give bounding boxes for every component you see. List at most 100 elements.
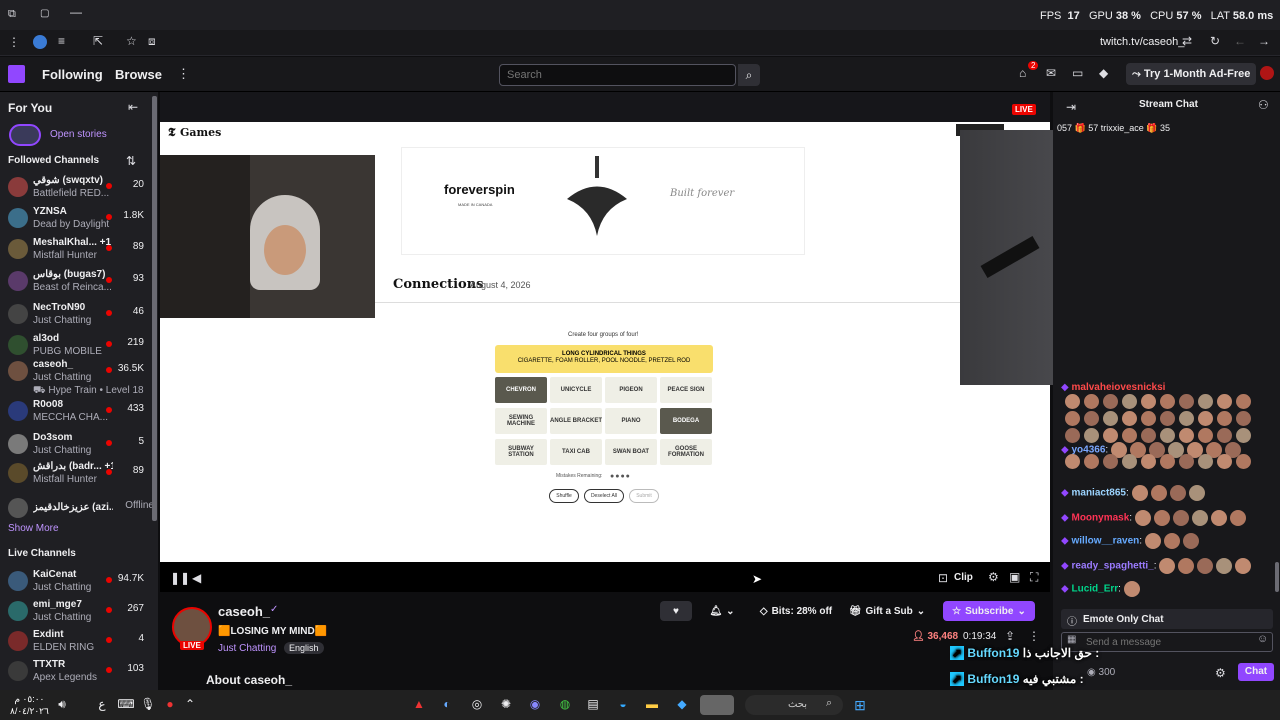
- user-avatar[interactable]: [1260, 66, 1274, 80]
- search-input[interactable]: [499, 64, 736, 86]
- windows-start-icon[interactable]: ⊞: [851, 697, 869, 713]
- emote-icon[interactable]: [1179, 411, 1194, 426]
- pause-icon[interactable]: ❚❚: [170, 571, 190, 585]
- gift-sub-button[interactable]: 🎁︎ Gift a Sub ⌄: [846, 601, 928, 621]
- word-tile[interactable]: SUBWAY STATION: [495, 439, 547, 465]
- weather-widget[interactable]: [700, 695, 734, 715]
- emote-icon[interactable]: [1065, 394, 1080, 409]
- stories-avatars[interactable]: [9, 124, 41, 146]
- more-options-icon[interactable]: ⋮: [1028, 629, 1040, 643]
- word-tile[interactable]: PIGEON: [605, 377, 657, 403]
- extension-icon[interactable]: [33, 35, 47, 49]
- app-steam-icon[interactable]: ◐: [438, 697, 456, 713]
- emote-icon[interactable]: [1122, 394, 1137, 409]
- window-restore-icon[interactable]: ▢: [40, 8, 49, 19]
- app-chrome-icon[interactable]: ◍: [556, 697, 574, 713]
- emote-icon[interactable]: [1198, 394, 1213, 409]
- word-tile[interactable]: TAXI CAB: [550, 439, 602, 465]
- chat-settings-icon[interactable]: ⚙: [1215, 666, 1226, 680]
- followed-channel-item[interactable]: NecTroN90 Just Chatting 46: [0, 300, 158, 330]
- clip-button[interactable]: Clip: [954, 572, 973, 583]
- app-edge-icon[interactable]: ◒: [614, 697, 632, 713]
- followed-channel-item[interactable]: R0o08 MECCHA CHA... 433: [0, 397, 158, 427]
- sort-icon[interactable]: ⇅: [126, 154, 136, 168]
- emote-icon[interactable]: [1210, 510, 1227, 526]
- live-channel-item[interactable]: Exdint ELDEN RING 4: [0, 627, 158, 657]
- emote-icon[interactable]: [1160, 454, 1175, 469]
- speaker-icon[interactable]: 🔊︎: [53, 697, 71, 713]
- emote-icon[interactable]: [1131, 485, 1148, 501]
- taskbar-clock[interactable]: ٠٥:٠٠ م ٨/٠٤/٢٠٢٦: [10, 693, 49, 717]
- emote-icon[interactable]: [1144, 533, 1161, 549]
- share-stream-icon[interactable]: ⇪: [1005, 629, 1015, 643]
- emote-icon[interactable]: [1141, 454, 1156, 469]
- followed-channel-item[interactable]: شوقي (swqxtv) Battlefield RED... 20: [0, 173, 158, 203]
- emote-icon[interactable]: [1191, 510, 1208, 526]
- followed-channel-item[interactable]: عزيزخالدقيمز (azi... Offline: [0, 494, 158, 524]
- emote-icon[interactable]: [1141, 411, 1156, 426]
- reader-icon[interactable]: ≡: [58, 34, 65, 48]
- open-stories-link[interactable]: Open stories: [50, 129, 107, 140]
- search-button[interactable]: ⌕: [738, 64, 760, 86]
- word-tile[interactable]: CHEVRON: [495, 377, 547, 403]
- minimize-icon[interactable]: —: [70, 5, 82, 19]
- emote-icon[interactable]: [1216, 558, 1233, 574]
- word-tile[interactable]: PEACE SIGN: [660, 377, 712, 403]
- emote-icon[interactable]: [1178, 558, 1195, 574]
- word-tile[interactable]: GOOSE FORMATION: [660, 439, 712, 465]
- emote-icon[interactable]: [1141, 428, 1156, 443]
- emote-icon[interactable]: [1163, 533, 1180, 549]
- followed-channel-item[interactable]: Do3som Just Chatting 5: [0, 430, 158, 460]
- emote-icon[interactable]: [1159, 558, 1176, 574]
- url-text[interactable]: twitch.tv/caseoh_: [1100, 36, 1184, 48]
- channel-name[interactable]: caseoh_: [218, 604, 270, 619]
- tray-chevron-icon[interactable]: ⌃: [181, 697, 199, 713]
- emote-icon[interactable]: [1160, 394, 1175, 409]
- bits-button[interactable]: ◇ Bits: 28% off: [754, 601, 838, 621]
- word-tile[interactable]: BODEGA: [660, 408, 712, 434]
- nav-browse[interactable]: Browse: [115, 67, 162, 82]
- app-chatgpt-icon[interactable]: ✺: [497, 697, 515, 713]
- emote-icon[interactable]: [1084, 394, 1099, 409]
- emote-icon[interactable]: [1103, 454, 1118, 469]
- emote-icon[interactable]: [1179, 454, 1194, 469]
- emote-icon[interactable]: [1236, 428, 1251, 443]
- share-icon[interactable]: ⇱: [93, 34, 103, 48]
- emote-icon[interactable]: [1153, 510, 1170, 526]
- emote-icon[interactable]: [1103, 411, 1118, 426]
- app-valorant-icon[interactable]: ▲: [410, 697, 428, 713]
- submit-button[interactable]: Submit: [629, 489, 659, 503]
- emote-icon[interactable]: [1197, 558, 1214, 574]
- emote-icon[interactable]: [1103, 428, 1118, 443]
- chat-users-icon[interactable]: ⚇: [1258, 98, 1269, 112]
- chat-username[interactable]: Lucid_Err: [1071, 584, 1118, 595]
- subscribe-button[interactable]: ☆ Subscribe ⌄: [943, 601, 1035, 621]
- collapse-chat-icon[interactable]: ⇥: [1066, 100, 1076, 114]
- follow-button[interactable]: ♥: [660, 601, 692, 621]
- app-explorer-icon[interactable]: ▬: [643, 697, 661, 713]
- emote-icon[interactable]: [1217, 454, 1232, 469]
- mic-icon[interactable]: 🎙︎: [139, 697, 157, 713]
- emote-icon[interactable]: [1065, 428, 1080, 443]
- chat-username[interactable]: ready_spaghetti_: [1071, 561, 1153, 572]
- whispers-icon[interactable]: ▭: [1072, 66, 1083, 80]
- followed-channel-item[interactable]: YZNSA Dead by Daylight 1.8K: [0, 204, 158, 234]
- sidebar-scrollbar[interactable]: [152, 96, 157, 521]
- chat-send-button[interactable]: Chat: [1238, 663, 1274, 681]
- clip-icon[interactable]: ⊡: [938, 571, 948, 585]
- emote-icon[interactable]: [1198, 454, 1213, 469]
- emote-icon[interactable]: [1122, 411, 1137, 426]
- emote-icon[interactable]: [1235, 558, 1252, 574]
- word-tile[interactable]: ANGLE BRACKET: [550, 408, 602, 434]
- chat-scrollbar[interactable]: [1275, 562, 1279, 592]
- show-more-link[interactable]: Show More: [8, 523, 59, 534]
- word-tile[interactable]: SEWING MACHINE: [495, 408, 547, 434]
- collapse-sidebar-icon[interactable]: ⇤: [128, 100, 138, 114]
- app-store-icon[interactable]: ▤: [584, 697, 602, 713]
- chat-username[interactable]: Moonymask: [1071, 513, 1129, 524]
- category-link[interactable]: Just Chatting: [218, 643, 276, 654]
- theatre-mode-icon[interactable]: ▣: [1009, 570, 1020, 584]
- nav-following[interactable]: Following: [42, 67, 103, 82]
- notifications-icon[interactable]: ⌂: [1019, 66, 1026, 80]
- star-icon[interactable]: ☆: [126, 34, 137, 48]
